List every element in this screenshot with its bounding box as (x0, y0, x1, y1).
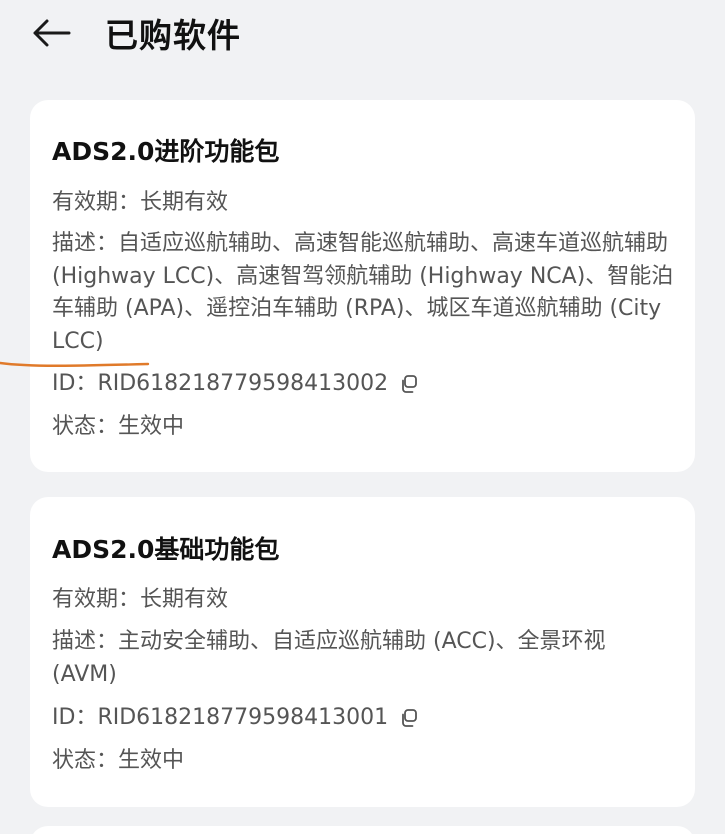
copy-button[interactable] (398, 707, 420, 729)
description-label: 描述： (52, 629, 119, 654)
validity-row: 有效期：长期有效 (52, 583, 677, 616)
purchased-software-page: 已购软件 ADS2.0进阶功能包 有效期：长期有效 描述：自适应巡航辅助、高速智… (0, 0, 725, 834)
id-row: ID： RID618218779598413001 (52, 701, 677, 734)
annotation-underline (0, 361, 150, 367)
copy-icon (402, 374, 418, 393)
status-row: 状态：生效中 (52, 410, 677, 443)
status-value: 生效中 (118, 748, 185, 773)
arrow-left-icon (33, 19, 71, 47)
description-row: 描述：自适应巡航辅助、高速智能巡航辅助、高速车道巡航辅助 (Highway LC… (52, 228, 677, 358)
id-value: RID618218779598413001 (97, 705, 389, 730)
status-row: 状态：生效中 (52, 744, 677, 777)
copy-button[interactable] (398, 373, 420, 395)
software-card[interactable] (30, 826, 695, 834)
validity-row: 有效期：长期有效 (52, 186, 677, 219)
status-label: 状态： (52, 414, 119, 439)
package-title: ADS2.0基础功能包 (52, 535, 280, 564)
status-value: 生效中 (118, 414, 185, 439)
id-value: RID618218779598413002 (97, 371, 389, 396)
description-value: 主动安全辅助、自适应巡航辅助 (ACC)、全景环视 (AVM) (52, 629, 606, 687)
validity-label: 有效期： (52, 587, 141, 612)
software-card[interactable]: ADS2.0基础功能包 有效期：长期有效 描述：主动安全辅助、自适应巡航辅助 (… (30, 497, 695, 807)
validity-label: 有效期： (52, 190, 141, 215)
id-label: ID： (52, 371, 98, 396)
id-label: ID： (52, 705, 98, 730)
status-label: 状态： (52, 748, 119, 773)
back-button[interactable] (26, 10, 76, 56)
page-title: 已购软件 (105, 16, 241, 55)
id-row: ID： RID618218779598413002 (52, 367, 677, 400)
app-header: 已购软件 (0, 0, 725, 70)
description-row: 描述：主动安全辅助、自适应巡航辅助 (ACC)、全景环视 (AVM) (52, 626, 677, 691)
package-title: ADS2.0进阶功能包 (52, 137, 280, 166)
software-card[interactable]: ADS2.0进阶功能包 有效期：长期有效 描述：自适应巡航辅助、高速智能巡航辅助… (30, 100, 695, 472)
description-value: 自适应巡航辅助、高速智能巡航辅助、高速车道巡航辅助 (Highway LCC)、… (52, 231, 674, 354)
validity-value: 长期有效 (140, 190, 229, 215)
validity-value: 长期有效 (140, 587, 229, 612)
description-label: 描述： (52, 231, 119, 256)
copy-icon (402, 708, 418, 727)
